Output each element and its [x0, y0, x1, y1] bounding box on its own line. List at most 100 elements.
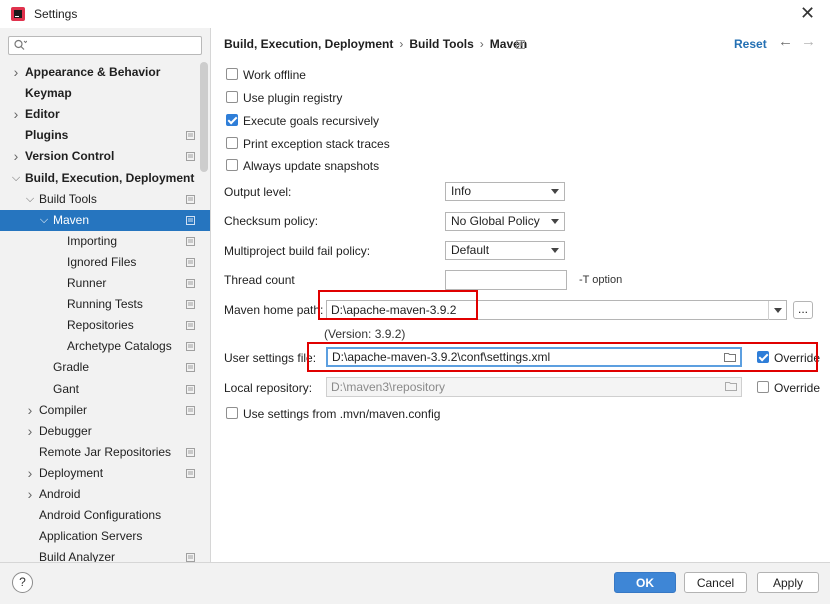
project-scope-icon	[186, 152, 195, 162]
chevron-right-icon[interactable]: ›	[25, 421, 35, 442]
chevron-down-icon	[774, 308, 782, 313]
breadcrumb-item[interactable]: Build, Execution, Deployment	[224, 37, 393, 51]
checkbox-box[interactable]	[226, 68, 238, 80]
breadcrumb-item[interactable]: Build Tools	[409, 37, 473, 51]
checkbox-box[interactable]	[757, 381, 769, 393]
breadcrumb-separator: ›	[479, 37, 484, 51]
checkbox-box[interactable]	[226, 137, 238, 149]
user-settings-label: User settings file:	[224, 351, 317, 365]
sidebar-item-label: Compiler	[39, 402, 88, 417]
output-level-label: Output level:	[224, 185, 292, 199]
chevron-down-icon[interactable]: ⌵	[25, 189, 35, 210]
window-title: Settings	[34, 7, 78, 21]
sidebar-item[interactable]: Android Configurations	[0, 505, 210, 526]
sidebar-item[interactable]: ⌵ Build Tools	[0, 189, 210, 210]
checkbox-label: Work offline	[243, 68, 306, 82]
checkbox-label: Override	[774, 351, 821, 365]
sidebar-item[interactable]: Gradle	[0, 357, 210, 378]
select-value: Info	[451, 184, 472, 198]
chevron-down-icon[interactable]: ⌵	[11, 168, 21, 189]
checkbox-box[interactable]	[226, 407, 238, 419]
sidebar-item[interactable]: › Compiler	[0, 400, 210, 421]
sidebar-item-label: Running Tests	[67, 297, 143, 312]
sidebar-item[interactable]: Remote Jar Repositories	[0, 442, 210, 463]
breadcrumb-separator: ›	[399, 37, 404, 51]
checkbox-label: Print exception stack traces	[243, 137, 390, 151]
chevron-down-icon	[551, 248, 559, 253]
folder-icon[interactable]	[725, 381, 737, 391]
ok-button[interactable]: OK	[614, 572, 676, 593]
project-scope-icon	[186, 363, 195, 373]
project-scope-icon	[186, 342, 195, 352]
user-settings-input[interactable]: D:\apache-maven-3.9.2\conf\settings.xml	[326, 347, 742, 367]
sidebar-item-label: Debugger	[39, 423, 92, 438]
project-scope-icon	[186, 300, 195, 310]
title-bar	[0, 0, 830, 28]
sidebar-item-label: Repositories	[67, 318, 134, 333]
sidebar-item[interactable]: › Deployment	[0, 463, 210, 484]
chevron-right-icon[interactable]: ›	[25, 484, 35, 505]
sidebar-item[interactable]: Runner	[0, 273, 210, 294]
chevron-right-icon[interactable]: ›	[11, 62, 21, 83]
maven-home-input[interactable]: D:\apache-maven-3.9.2	[326, 300, 787, 320]
folder-icon[interactable]	[724, 352, 736, 362]
chevron-right-icon[interactable]: ›	[25, 400, 35, 421]
sidebar-item[interactable]: › Debugger	[0, 421, 210, 442]
build-fail-policy-label: Multiproject build fail policy:	[224, 244, 371, 258]
sidebar-item[interactable]: Application Servers	[0, 526, 210, 547]
project-scope-icon	[186, 384, 195, 394]
project-scope-icon	[186, 236, 195, 246]
chevron-down-icon	[551, 189, 559, 194]
sidebar-item[interactable]: ⌵ Maven	[0, 209, 210, 231]
sidebar-item[interactable]: Running Tests	[0, 294, 210, 315]
sidebar-item[interactable]: Gant	[0, 379, 210, 400]
local-repository-label: Local repository:	[224, 381, 313, 395]
sidebar-item-label: Plugins	[25, 128, 69, 143]
project-scope-icon	[516, 40, 525, 49]
sidebar-item[interactable]: Keymap	[0, 83, 210, 104]
maven-home-label: Maven home path:	[224, 303, 324, 317]
chevron-right-icon[interactable]: ›	[25, 463, 35, 484]
cancel-button[interactable]: Cancel	[684, 572, 747, 593]
checkbox-box[interactable]	[226, 159, 238, 171]
build-fail-policy-select[interactable]: Default	[445, 241, 565, 260]
sidebar-item-label: Remote Jar Repositories	[39, 444, 172, 459]
checkbox-box[interactable]	[757, 351, 769, 363]
back-arrow-icon[interactable]: ←	[778, 33, 793, 50]
sidebar-item[interactable]: Importing	[0, 231, 210, 252]
reset-link[interactable]: Reset	[734, 37, 767, 51]
browse-button[interactable]: ...	[793, 301, 813, 319]
checkbox-box[interactable]	[226, 114, 238, 126]
apply-button[interactable]: Apply	[757, 572, 819, 593]
forward-arrow-icon[interactable]: →	[801, 33, 816, 50]
sidebar-item[interactable]: › Version Control	[0, 146, 210, 167]
sidebar-item-label: Editor	[25, 107, 60, 122]
sidebar-item[interactable]: Plugins	[0, 125, 210, 146]
sidebar-item-label: Android Configurations	[39, 508, 162, 523]
sidebar-item[interactable]: Repositories	[0, 315, 210, 336]
checksum-policy-label: Checksum policy:	[224, 214, 319, 228]
maven-version-text: (Version: 3.9.2)	[324, 327, 406, 341]
chevron-down-icon[interactable]: ⌵	[39, 210, 49, 231]
sidebar-item[interactable]: ⌵ Build, Execution, Deployment	[0, 168, 210, 189]
sidebar-item-label: Keymap	[25, 86, 72, 101]
sidebar-item-label: Version Control	[25, 149, 115, 164]
sidebar-item-label: Build Tools	[39, 191, 97, 206]
checkbox-box[interactable]	[226, 91, 238, 103]
checksum-policy-select[interactable]: No Global Policy	[445, 212, 565, 231]
local-repository-input[interactable]: D:\maven3\repository	[326, 377, 742, 397]
chevron-right-icon[interactable]: ›	[11, 146, 21, 167]
sidebar-item[interactable]: Ignored Files	[0, 252, 210, 273]
thread-count-input[interactable]	[445, 270, 567, 290]
sidebar-item[interactable]: › Android	[0, 484, 210, 505]
user-settings-value: D:\apache-maven-3.9.2\conf\settings.xml	[332, 350, 551, 364]
sidebar-item[interactable]: › Editor	[0, 104, 210, 125]
help-button[interactable]: ?	[12, 572, 33, 593]
settings-search-input[interactable]	[8, 36, 202, 55]
sidebar-item[interactable]: › Appearance & Behavior	[0, 62, 210, 83]
close-icon[interactable]: ✕	[800, 3, 815, 23]
sidebar-item[interactable]: Archetype Catalogs	[0, 336, 210, 357]
output-level-select[interactable]: Info	[445, 182, 565, 201]
chevron-right-icon[interactable]: ›	[11, 104, 21, 125]
maven-home-dropdown[interactable]	[768, 301, 786, 320]
